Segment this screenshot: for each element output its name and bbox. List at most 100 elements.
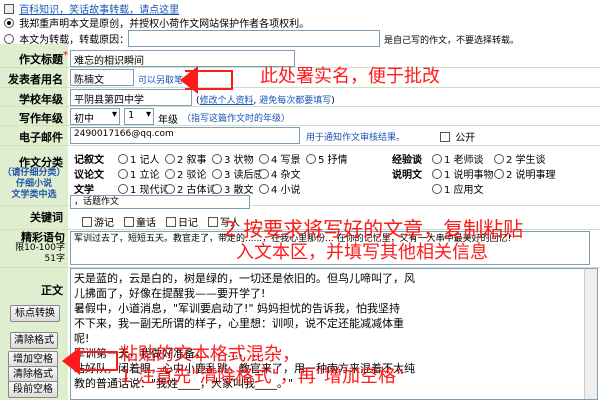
school-input[interactable]: 平阴县第四中学 <box>70 89 192 106</box>
required-mark: * <box>63 50 68 61</box>
body-line: 不下来，我一副无所谓的样子，心里想：训呗，说不定还能减减体重 <box>74 317 404 330</box>
convert-punctuation-button[interactable]: 标点转换 <box>10 305 60 322</box>
radio-icon <box>165 184 175 194</box>
keyword-option-label: 游记 <box>94 218 114 229</box>
public-group: 公开 <box>440 129 475 144</box>
grade-num-value: 1 <box>128 110 135 121</box>
public-label: 公开 <box>455 133 476 144</box>
radio-icon <box>432 184 442 194</box>
grade-label: 写作年级 <box>19 112 63 125</box>
summary-count: 51字 <box>44 254 65 264</box>
grade-hint: （指写这篇作文时的年级） <box>182 114 291 124</box>
category-option[interactable]: 1 记人 <box>118 151 160 166</box>
repost-radio[interactable] <box>4 34 14 44</box>
hundred-tips-checkbox[interactable] <box>4 4 14 14</box>
category-option-label: 1 记人 <box>130 155 160 166</box>
body-line: 暑假中，小道消息，"军训要启动了!" 妈妈担忧的告诉我，怕我坚持 <box>74 302 401 315</box>
repost-hint: 是自己写的作文，不要选择转载。 <box>384 36 520 46</box>
annotation-paste-line2: 入文本区，并填写其他相关信息 <box>236 242 488 263</box>
annotation-format-line2: 1 注意先"清除格式"，再"增加空格" <box>120 366 405 387</box>
category-option-label: 1 老师谈 <box>444 155 484 166</box>
checkbox-icon <box>166 217 176 227</box>
email-input[interactable]: 2490017166@qq.com <box>70 127 300 144</box>
category-option-label: 2 叙事 <box>177 155 207 166</box>
category-option[interactable]: 2 驳论 <box>165 166 207 181</box>
public-checkbox[interactable] <box>440 132 450 142</box>
grade-num-select[interactable]: 1 ▾ <box>124 108 154 125</box>
category-sub: （请仔细分类） 仔细小说 文学类中选 <box>2 168 66 201</box>
body-line: 儿拂面了，好像在提醒我——要开学了! <box>74 287 266 300</box>
category-option[interactable]: 1 说明事物 <box>432 166 494 181</box>
original-radio[interactable] <box>4 18 14 28</box>
radio-icon <box>212 184 222 194</box>
edit-profile-link[interactable]: 修改个人资料 <box>200 96 254 106</box>
author-label: 发表者用名 <box>8 73 63 86</box>
category-group-name: 经验谈 <box>392 155 422 166</box>
category-option[interactable]: 1 应用文 <box>432 181 484 196</box>
radio-icon <box>432 169 442 179</box>
grade-select[interactable]: 初中 ▾ <box>70 108 120 125</box>
category-option[interactable]: 4 小说 <box>259 181 301 196</box>
email-hint: 用于通知作文审核结果。 <box>306 133 406 143</box>
category-option[interactable]: 1 立论 <box>118 166 160 181</box>
repost-reason-input[interactable] <box>128 30 380 47</box>
category-sub3: 文学类中选 <box>11 190 57 200</box>
category-option[interactable]: 4 杂文 <box>259 166 301 181</box>
checkbox-icon <box>82 217 92 227</box>
category-option-label: 3 状物 <box>224 155 254 166</box>
radio-icon <box>212 169 222 179</box>
arrow-head-icon <box>180 66 198 94</box>
category-option[interactable]: 2 叙事 <box>165 151 207 166</box>
radio-icon <box>259 154 269 164</box>
category-option[interactable]: 2 古体诗 <box>165 181 217 196</box>
category-option-label: 1 说明事物 <box>444 170 494 181</box>
paragraph-space-button[interactable]: 段前空格 <box>8 381 58 398</box>
radio-icon <box>432 154 442 164</box>
scrollbar[interactable] <box>584 269 597 399</box>
author-input[interactable]: 陈楠文 <box>70 69 134 86</box>
grade-unit: 年级 <box>158 115 178 126</box>
category-option[interactable]: 2 学生谈 <box>494 151 546 166</box>
body-line: 天是蓝的，云是白的，树是绿的，一切还是依旧的。但鸟儿啼叫了，风 <box>74 272 415 285</box>
category-option-label: 2 学生谈 <box>506 155 546 166</box>
category-option-label: 1 应用文 <box>444 185 484 196</box>
arrow-head-icon <box>62 347 80 375</box>
category-option-label: 3 读后感 <box>224 170 264 181</box>
category-group-name: 记叙文 <box>74 155 104 166</box>
checkbox-icon <box>208 217 218 227</box>
radio-icon <box>494 169 504 179</box>
category-option[interactable]: 5 抒情 <box>306 151 348 166</box>
category-group-name: 文学 <box>74 185 94 196</box>
school-label: 学校年级 <box>19 93 63 106</box>
summary-label-group: 精彩语句 限10-100字 51字 <box>0 232 68 265</box>
category-option[interactable]: 1 现代诗 <box>118 181 170 196</box>
category-option[interactable]: 3 散文 <box>212 181 254 196</box>
school-hint-group: (修改个人资料, 避免每次都要填写) <box>196 96 335 106</box>
checkbox-icon <box>124 217 134 227</box>
category-option[interactable]: 3 状物 <box>212 151 254 166</box>
body-label: 正文 <box>41 284 63 297</box>
radio-icon <box>212 154 222 164</box>
category-option[interactable]: 3 读后感 <box>212 166 264 181</box>
radio-icon <box>494 154 504 164</box>
category-option[interactable]: 4 写景 <box>259 151 301 166</box>
category-option[interactable]: 2 说明事理 <box>494 166 556 181</box>
clear-format-button-top[interactable]: 清除格式 <box>10 332 58 349</box>
repost-text: 本文为转载，转载原因： <box>19 35 130 46</box>
radio-icon <box>118 184 128 194</box>
keyword-option-label: 童话 <box>136 218 156 229</box>
summary-hint: 限10-100字 <box>15 243 65 253</box>
keyword-option[interactable]: 童话 <box>124 214 156 229</box>
radio-icon <box>259 169 269 179</box>
original-text: 我郑重声明本文是原创，并授权小荷作文网站保护作者各项权利。 <box>19 19 310 30</box>
keyword-option[interactable]: 日记 <box>166 214 198 229</box>
keyword-option[interactable]: 游记 <box>82 214 114 229</box>
hundred-tips-row: 百科知识，笑话故事转载，请点这里 <box>4 1 179 16</box>
category-option[interactable]: 1 老师谈 <box>432 151 484 166</box>
category-sub1: （请仔细分类） <box>2 168 66 178</box>
radio-icon <box>118 154 128 164</box>
category-group-name: 议论文 <box>74 170 104 181</box>
chevron-down-icon: ▾ <box>111 109 117 120</box>
category-option-label: 2 说明事理 <box>506 170 556 181</box>
keywords-input[interactable]: ，话题作文 <box>70 195 250 209</box>
